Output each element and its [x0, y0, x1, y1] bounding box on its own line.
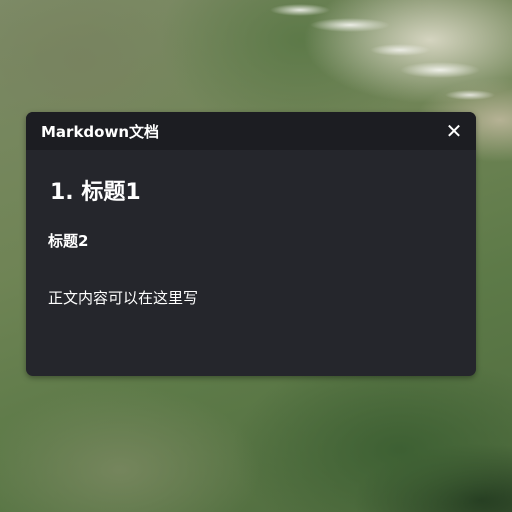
heading-2: 标题2 [48, 232, 89, 250]
heading-1: 1. 标题1 [50, 180, 141, 205]
snow-ridge [240, 0, 512, 120]
body-paragraph: 正文内容可以在这里写 [48, 289, 199, 307]
close-icon[interactable]: ✕ [444, 121, 464, 141]
panel-header: Markdown文档 ✕ [26, 112, 476, 150]
markdown-panel: Markdown文档 ✕ 1. 标题1 标题2 正文内容可以在这里写 [26, 112, 476, 376]
panel-title: Markdown文档 [41, 122, 160, 141]
panel-body: 1. 标题1 标题2 正文内容可以在这里写 [26, 150, 476, 328]
